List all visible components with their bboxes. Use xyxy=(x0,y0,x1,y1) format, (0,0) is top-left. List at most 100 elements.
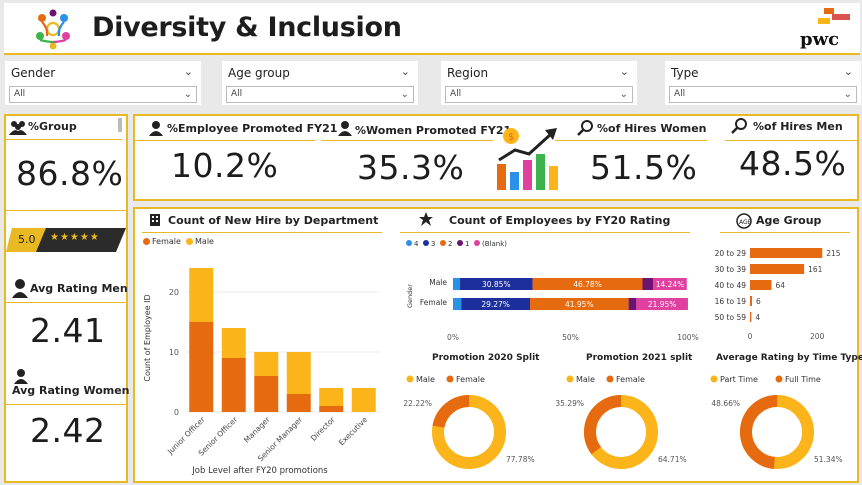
bar-male xyxy=(254,352,279,376)
kpi-row-panel: %Employee Promoted FY21 10.2% %Women Pro… xyxy=(133,114,859,201)
time-type-title: Average Rating by Time Type xyxy=(716,353,862,363)
legend-label: (Blank) xyxy=(482,240,507,248)
rating-stacked-bar-chart: 4 3 2 1 (Blank) Gender Male 30.85% 46.78% 14.24% F… xyxy=(406,240,699,342)
header-bar: Diversity & Inclusion pwc xyxy=(4,3,860,55)
type-dropdown[interactable]: All ⌄ xyxy=(669,86,857,103)
businesswoman-icon xyxy=(338,121,352,136)
stacked-segment xyxy=(453,278,461,290)
svg-text:$: $ xyxy=(508,132,514,143)
chevron-down-icon: ⌄ xyxy=(183,89,192,100)
legend-label: 4 xyxy=(414,240,419,248)
category-label: 50 to 59 xyxy=(715,313,747,322)
promoted-label: %Employee Promoted FY21 xyxy=(167,122,338,135)
x-tick-label: 100% xyxy=(677,333,698,342)
dropdown-value: All xyxy=(14,89,26,99)
data-label: 21.95% xyxy=(648,300,677,309)
chevron-down-icon[interactable]: ⌄ xyxy=(401,65,410,78)
data-label: 30.85% xyxy=(482,280,511,289)
legend-swatch xyxy=(474,240,480,246)
age-gauge-icon: AGE xyxy=(736,213,752,229)
building-icon xyxy=(150,214,160,226)
age-bar xyxy=(750,280,772,290)
man-icon xyxy=(12,279,28,298)
scrollbar[interactable] xyxy=(118,118,122,132)
age-group-bar-chart: 20 to 29 21530 to 39 16140 to 49 6416 to 19… xyxy=(715,248,841,341)
region-slicer[interactable]: Region ⌄ All ⌄ xyxy=(441,61,637,105)
donut-value-label: 22.22% xyxy=(403,399,432,408)
hires-men-value: 48.5% xyxy=(739,144,847,183)
women-promoted-value: 35.3% xyxy=(357,148,465,187)
data-label: 46.78% xyxy=(573,280,602,289)
dropdown-value: All xyxy=(231,89,243,99)
legend-swatch xyxy=(440,240,446,246)
donut-charts: Male Female 22.22% 77.78% Male Female 35.29% 64… xyxy=(403,375,843,469)
data-label: 14.24% xyxy=(656,280,685,289)
left-kpi-panel: %Group 86.8% 5.0 ★★★★★ Avg Rating Men 2.… xyxy=(4,114,130,483)
star-icon xyxy=(419,212,433,226)
legend-swatch xyxy=(775,375,783,383)
divider xyxy=(720,232,850,233)
women-promoted-label: %Women Promoted FY21 xyxy=(355,124,512,137)
donut-value-label: 35.29% xyxy=(555,399,584,408)
stacked-segment xyxy=(453,298,462,310)
bar-male xyxy=(189,268,214,322)
stacked-segment xyxy=(628,298,637,310)
y-axis-label: Count of Employee ID xyxy=(143,294,152,381)
gender-dropdown[interactable]: All ⌄ xyxy=(9,86,197,103)
y-tick-label: 0 xyxy=(174,408,179,417)
legend-swatch xyxy=(143,238,150,245)
brand-name: pwc xyxy=(800,29,840,50)
bar-female xyxy=(254,376,279,412)
pwc-logo-icon xyxy=(818,8,850,24)
x-tick-label: 0% xyxy=(447,333,459,342)
promotion-2021-title: Promotion 2021 split xyxy=(586,353,693,363)
divider xyxy=(6,404,126,405)
magnifier-icon xyxy=(731,118,747,134)
bar-male xyxy=(319,388,344,406)
bar-male xyxy=(221,328,246,358)
group-value: 86.8% xyxy=(16,154,124,193)
magnifier-icon xyxy=(577,120,593,136)
legend-swatch xyxy=(406,240,412,246)
svg-text:AGE: AGE xyxy=(739,219,752,226)
slicer-label: Type xyxy=(671,66,699,80)
page-title: Diversity & Inclusion xyxy=(92,12,402,43)
legend-label: Male xyxy=(416,375,435,384)
legend-swatch xyxy=(406,375,414,383)
slicer-label: Age group xyxy=(228,66,290,80)
legend-swatch xyxy=(446,375,454,383)
bar-male xyxy=(286,352,311,394)
legend-label: Full Time xyxy=(785,375,821,384)
promoted-value: 10.2% xyxy=(171,146,279,185)
legend-swatch xyxy=(606,375,614,383)
x-tick-label: Manager xyxy=(242,414,272,444)
age-bar xyxy=(750,264,805,274)
data-label: 64 xyxy=(776,281,786,290)
new-hire-bar-chart: 01020Count of Employee IDJunior OfficerS… xyxy=(143,268,380,476)
bar-male xyxy=(351,388,376,412)
legend-swatch xyxy=(423,240,429,246)
x-axis-label: Job Level after FY20 promotions xyxy=(191,466,328,476)
age-group-slicer[interactable]: Age group ⌄ All ⌄ xyxy=(222,61,418,105)
age-group-dropdown[interactable]: All ⌄ xyxy=(226,86,414,103)
data-label: 4 xyxy=(755,313,760,322)
region-dropdown[interactable]: All ⌄ xyxy=(445,86,633,103)
chevron-down-icon[interactable]: ⌄ xyxy=(620,65,629,78)
divider xyxy=(321,140,493,141)
category-label: 30 to 39 xyxy=(715,265,747,274)
donut-value-label: 48.66% xyxy=(711,399,740,408)
divider xyxy=(725,140,857,141)
gender-slicer[interactable]: Gender ⌄ All ⌄ xyxy=(5,61,201,105)
x-tick-label: Executive xyxy=(337,415,369,447)
x-tick-label: Director xyxy=(309,414,337,442)
chevron-down-icon[interactable]: ⌄ xyxy=(184,65,193,78)
y-tick-label: 20 xyxy=(169,288,179,297)
bar-female xyxy=(221,358,246,412)
rating-chart-title: Count of Employees by FY20 Rating xyxy=(449,214,671,227)
legend-swatch xyxy=(457,240,463,246)
data-label: 215 xyxy=(826,249,841,258)
data-label: 41.95% xyxy=(565,300,594,309)
chevron-down-icon[interactable]: ⌄ xyxy=(844,65,853,78)
x-tick-label: 200 xyxy=(810,332,825,341)
type-slicer[interactable]: Type ⌄ All ⌄ xyxy=(665,61,861,105)
